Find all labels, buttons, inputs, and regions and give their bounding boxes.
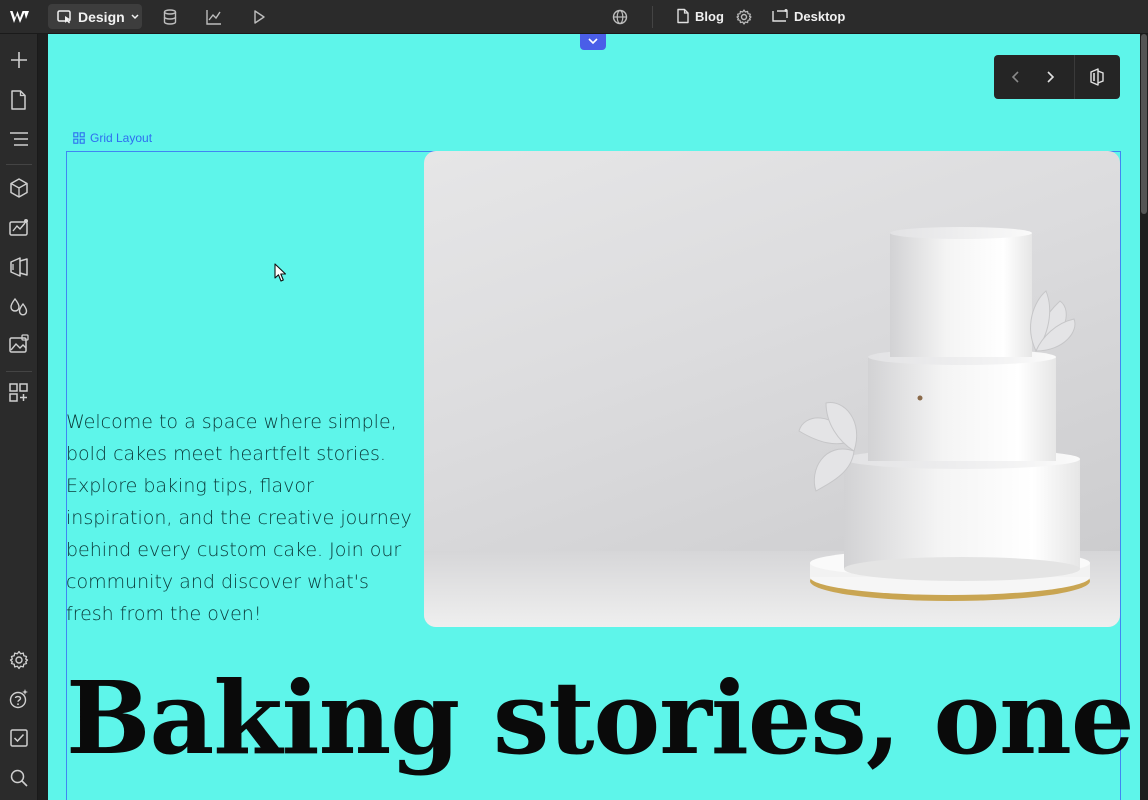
chevron-down-icon [588, 38, 598, 45]
color-swatches-droplet-icon[interactable] [8, 296, 30, 318]
canvas-scrollbar[interactable] [1140, 34, 1148, 800]
slider-control-divider [1074, 55, 1075, 99]
breakpoint-label: Desktop [794, 8, 846, 24]
mouse-cursor-icon [274, 263, 287, 282]
sidebar-divider [6, 164, 32, 165]
page-selector[interactable]: Blog [676, 8, 724, 24]
page-label: Blog [695, 8, 724, 24]
canvas-scrollbar-thumb[interactable] [1141, 34, 1147, 214]
grid-label-text: Grid Layout [90, 131, 153, 145]
grid-icon [73, 132, 85, 144]
assets-image-icon[interactable] [8, 334, 30, 356]
canvas-gutter [38, 34, 48, 800]
mode-label: Design [78, 8, 125, 25]
page-headline[interactable]: Baking stories, one [66, 662, 1134, 774]
chevron-right-icon[interactable] [1042, 68, 1058, 86]
sidebar-divider [6, 371, 32, 372]
globe-icon[interactable] [610, 7, 630, 27]
page-settings-gear-icon[interactable] [734, 7, 754, 27]
components-cube-icon[interactable] [8, 177, 30, 199]
pages-icon[interactable] [8, 89, 30, 111]
chevron-down-icon [131, 13, 139, 19]
variables-icon[interactable] [8, 217, 30, 239]
audit-checkbox-icon[interactable] [8, 727, 30, 749]
search-icon[interactable] [8, 767, 30, 789]
navigator-layers-icon[interactable] [8, 128, 30, 150]
analytics-chart-icon[interactable] [204, 7, 224, 27]
add-element-plus-icon[interactable] [8, 49, 30, 71]
chevron-left-icon[interactable] [1008, 68, 1024, 86]
cms-database-icon[interactable] [160, 7, 180, 27]
top-toolbar: Design Blog Desktop [0, 0, 1148, 34]
settings-gear-icon[interactable] [8, 649, 30, 671]
desktop-breakpoint-icon [772, 9, 788, 22]
help-ai-assistant-icon[interactable] [8, 688, 30, 710]
page-icon [677, 8, 689, 24]
design-canvas[interactable]: Grid Layout Welcome to a space where sim… [48, 34, 1140, 800]
style-selectors-icon[interactable] [8, 256, 30, 278]
intro-paragraph[interactable]: Welcome to a space where simple, bold ca… [66, 406, 412, 630]
design-mode-button[interactable]: Design [48, 4, 142, 29]
webflow-logo[interactable] [9, 8, 31, 26]
apps-grid-plus-icon[interactable] [8, 382, 30, 404]
preview-play-icon[interactable] [249, 7, 269, 27]
slider-navigation-control [994, 55, 1120, 99]
cake-illustration [424, 227, 1120, 627]
left-sidebar [0, 34, 38, 800]
navbar-element-marker[interactable] [580, 34, 606, 50]
cake-hero-image[interactable] [424, 151, 1120, 627]
grid-layout-label[interactable]: Grid Layout [73, 131, 152, 145]
breakpoint-selector[interactable]: Desktop [771, 8, 845, 24]
toolbar-divider [652, 6, 653, 28]
cursor-select-icon [57, 9, 71, 23]
slide-settings-icon[interactable] [1088, 67, 1106, 87]
